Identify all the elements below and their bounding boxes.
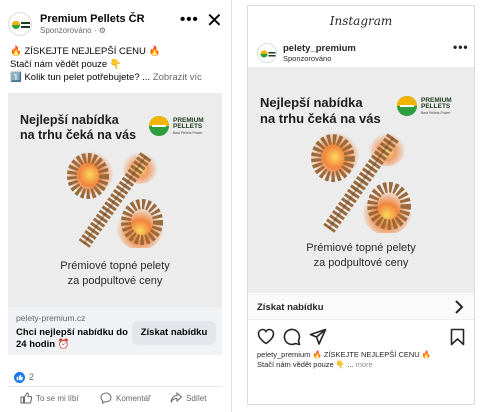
post-text-line: Stačí nám vědět pouze 👇	[10, 59, 122, 70]
post-header: Premium Pellets ČR Sponzorováno · ⚙ ••• …	[8, 8, 224, 37]
share-button[interactable]: Sdílet	[170, 392, 206, 404]
creative-subline: Prémiové topné pelety	[306, 242, 416, 254]
like-reaction-icon	[14, 372, 25, 384]
facebook-ad-card: Premium Pellets ČR Sponzorováno · ⚙ ••• …	[0, 0, 232, 412]
see-more-link[interactable]: Zobrazit víc	[153, 72, 202, 83]
like-label: To se mi líbí	[36, 393, 79, 403]
share-icon	[170, 392, 182, 403]
creative-subline: za podpultové ceny	[67, 274, 163, 287]
post-text-line: 1️⃣ Kolik tun pelet potřebujete? ... Zob…	[10, 71, 228, 84]
reactions-summary[interactable]: 2	[14, 372, 35, 384]
creative-subline: Prémiové topné pelety	[60, 260, 170, 272]
share-paper-plane-icon[interactable]	[309, 328, 327, 346]
post-header: pelety_premium Sponzorováno •••	[257, 40, 469, 64]
heart-icon[interactable]	[257, 328, 275, 345]
logo-tagline: Best Pellets Power	[421, 110, 451, 115]
thumbs-up-icon	[20, 392, 32, 404]
link-preview[interactable]: pelety-premium.cz Chci nejlepší nabídku …	[8, 307, 222, 355]
brand-logo: PREMIUM PELLETS Best Pellets Power	[148, 115, 204, 137]
ad-creative-image[interactable]: Nejlepší nabídka na trhu čeká na vás PRE…	[248, 67, 474, 293]
brand-logo-mark	[397, 96, 417, 116]
logo-tagline: Best Pellets Power	[173, 130, 203, 135]
logo-text: PELLETS	[173, 123, 203, 130]
post-text-question: 1️⃣ Kolik tun pelet potřebujete? ...	[10, 72, 151, 83]
get-offer-label: Získat nabídku	[257, 302, 324, 313]
link-domain: pelety-premium.cz	[16, 313, 86, 323]
more-link[interactable]: more	[356, 360, 373, 369]
instagram-ad-card: Instagram pelety_premium Sponzorováno ••…	[247, 5, 475, 405]
creative-headline-line: Nejlepší nabídka	[20, 113, 119, 127]
percent-pellets-graphic	[310, 129, 412, 233]
logo-text: PELLETS	[421, 103, 451, 110]
instagram-logo: Instagram	[329, 14, 393, 28]
brand-logo: PREMIUM PELLETS Best Pellets Power	[396, 95, 452, 117]
percent-pellets-graphic	[66, 148, 164, 248]
chevron-right-icon	[455, 300, 464, 314]
get-offer-button[interactable]: Získat nabídku	[132, 321, 216, 345]
comment-icon[interactable]	[283, 328, 301, 346]
get-offer-cta-bar[interactable]: Získat nabídku	[248, 294, 474, 320]
sponsored-label: Sponzorováno	[283, 54, 332, 63]
post-actions-bar: To se mi líbí Komentář Sdílet	[8, 392, 222, 408]
more-options-icon[interactable]: •••	[180, 11, 199, 28]
creative-headline-line: na trhu čeká na vás	[260, 110, 381, 126]
account-username[interactable]: pelety_premium	[283, 43, 356, 54]
comment-label: Komentář	[116, 393, 151, 403]
page-name[interactable]: Premium Pellets ČR	[40, 13, 145, 25]
caption-line: pelety_premium 🔥 ZÍSKEJTE NEJLEPŠÍ CENU …	[257, 350, 432, 359]
more-options-icon[interactable]: •••	[453, 40, 469, 54]
post-actions-bar	[257, 328, 467, 346]
post-text: 🔥 ZÍSKEJTE NEJLEPŠÍ CENU 🔥 Stačí nám věd…	[10, 45, 228, 84]
caption-text: Stačí nám vědět pouze 👇 ...	[257, 360, 354, 369]
brand-logo-mark	[149, 116, 169, 136]
close-icon[interactable]: ✕	[206, 8, 223, 33]
post-text-line: 🔥 ZÍSKEJTE NEJLEPŠÍ CENU 🔥	[10, 46, 161, 57]
bookmark-icon[interactable]	[450, 328, 465, 346]
divider	[8, 386, 222, 387]
comment-icon	[100, 392, 112, 404]
share-label: Sdílet	[186, 393, 207, 403]
ad-creative-image[interactable]: Nejlepší nabídka na trhu čeká na vás PRE…	[8, 93, 222, 307]
comment-button[interactable]: Komentář	[100, 392, 151, 404]
page-avatar[interactable]	[8, 12, 32, 36]
reactions-count: 2	[29, 372, 35, 382]
creative-subline: za podpultové ceny	[313, 256, 409, 269]
caption-line: Stačí nám vědět pouze 👇 ... more	[257, 360, 471, 370]
link-title[interactable]: Chci nejlepší nabídku do 24 hodin ⏰	[16, 327, 134, 351]
post-caption: pelety_premium 🔥 ZÍSKEJTE NEJLEPŠÍ CENU …	[257, 350, 471, 370]
sponsored-label: Sponzorováno · ⚙	[40, 26, 106, 35]
account-avatar[interactable]	[257, 43, 277, 63]
creative-headline-line: Nejlepší nabídka	[260, 95, 363, 110]
creative-headline-line: na trhu čeká na vás	[20, 128, 137, 143]
like-button[interactable]: To se mi líbí	[20, 392, 79, 404]
